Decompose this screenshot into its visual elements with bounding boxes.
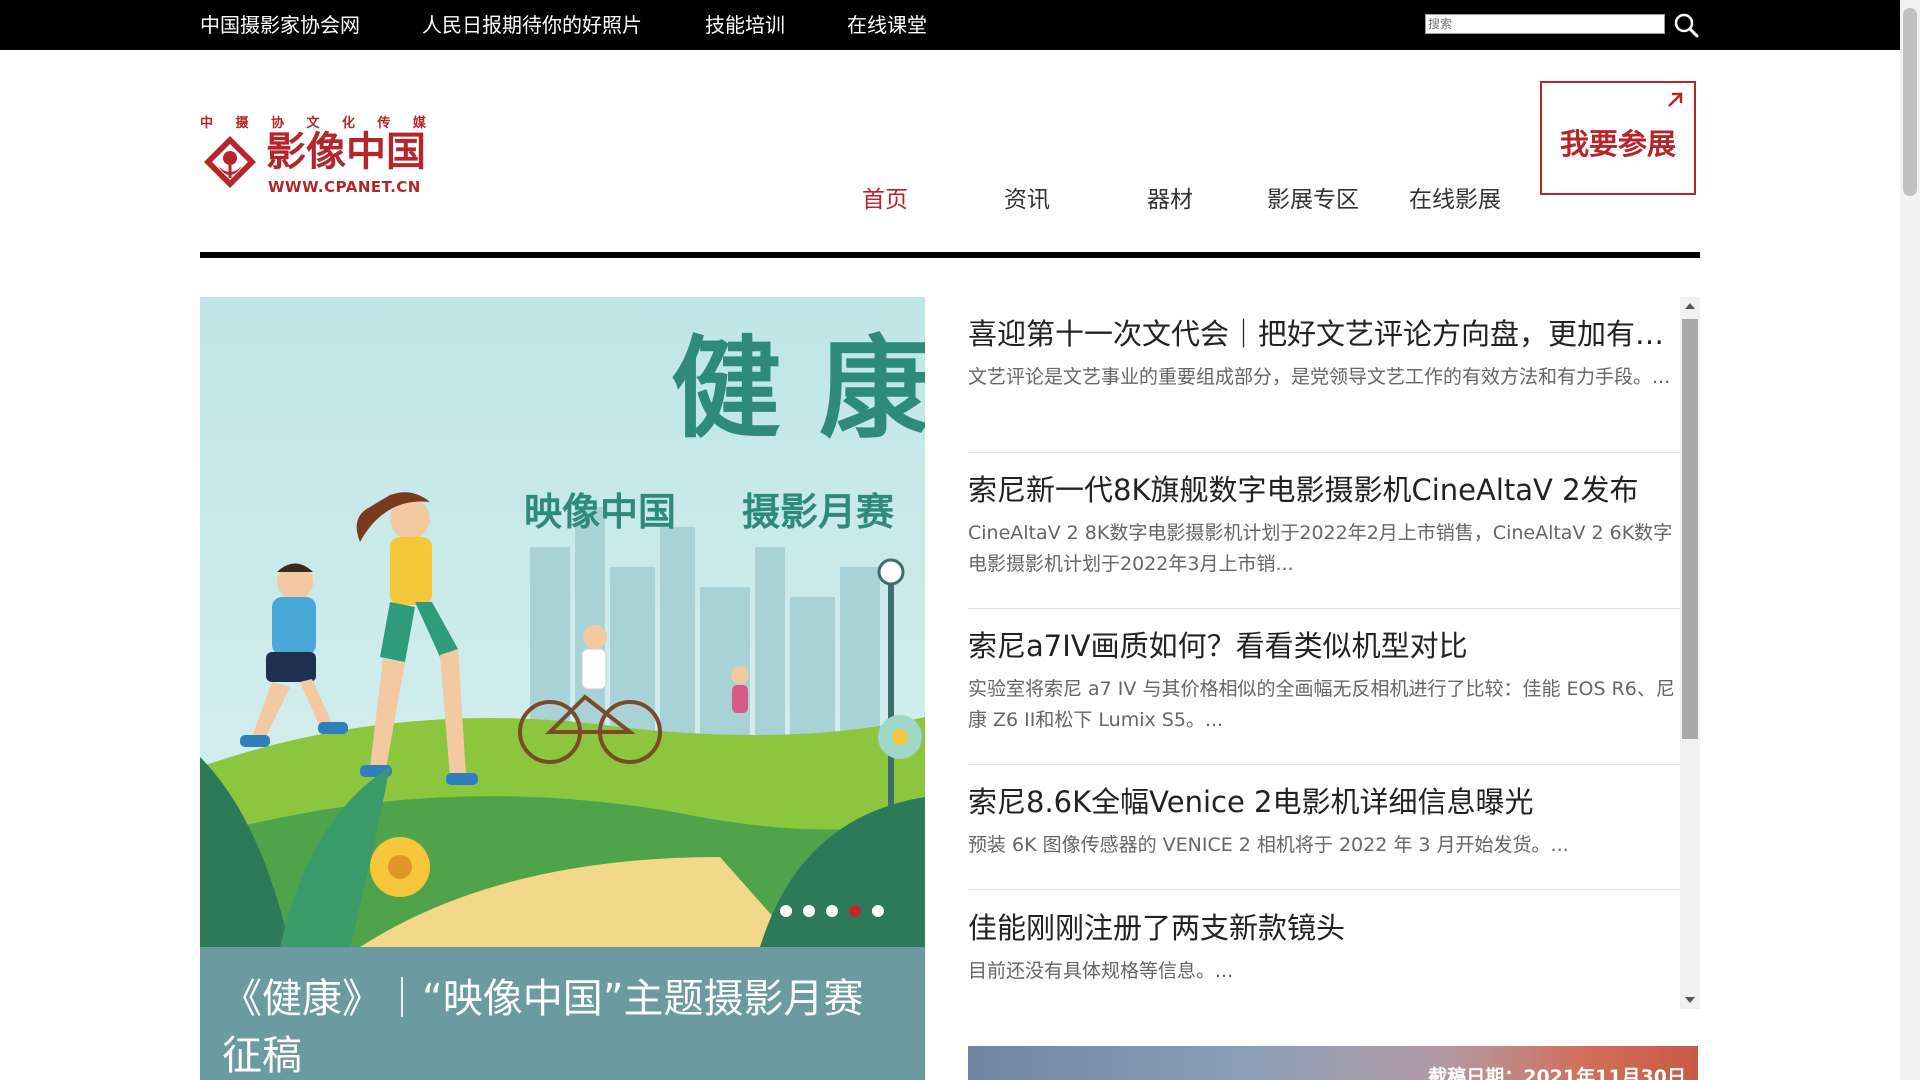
join-exhibition-button[interactable]: 我要参展 — [1540, 81, 1696, 195]
news-divider — [968, 608, 1680, 609]
topbar-link-training[interactable]: 技能培训 — [705, 13, 785, 37]
carousel-caption-text: 《健康》｜“映像中国”主题摄影月赛征稿 — [222, 976, 864, 1079]
news-summary: 目前还没有具体规格等信息。... — [968, 960, 1234, 982]
news-item[interactable]: 喜迎第十一次文代会｜把好文艺评论方向盘，更加有力地推动文艺事业繁荣发展 文艺评论… — [968, 315, 1680, 393]
nav-item-exhibition-zone[interactable]: 影展专区 — [1267, 186, 1359, 214]
news-item[interactable]: 索尼8.6K全幅Venice 2电影机详细信息曝光 预装 6K 图像传感器的 V… — [968, 783, 1680, 861]
news-summary: CineAltaV 2 8K数字电影摄影机计划于2022年2月上市销售，Cine… — [968, 522, 1673, 575]
carousel-dot-2[interactable] — [803, 905, 815, 917]
carousel-dot-4[interactable] — [849, 905, 861, 917]
carousel-caption[interactable]: 《健康》｜“映像中国”主题摄影月赛征稿 — [200, 947, 925, 1080]
news-divider — [968, 889, 1680, 890]
page-scrollbar-thumb[interactable] — [1903, 8, 1917, 196]
news-summary: 文艺评论是文艺事业的重要组成部分，是党领导文艺工作的有效方法和有力手段。... — [968, 366, 1671, 388]
news-list-scrollbar[interactable] — [1680, 297, 1700, 1009]
page-scrollbar[interactable] — [1900, 0, 1920, 1080]
external-arrow-icon — [1668, 92, 1683, 107]
news-title[interactable]: 索尼a7IV画质如何？看看类似机型对比 — [968, 627, 1680, 665]
carousel-dot-5[interactable] — [872, 905, 884, 917]
news-title[interactable]: 喜迎第十一次文代会｜把好文艺评论方向盘，更加有力地推动文艺事业繁荣发展 — [968, 315, 1680, 353]
slide-subheading-left: 映像中国 — [524, 490, 676, 534]
news-item[interactable]: 索尼a7IV画质如何？看看类似机型对比 实验室将索尼 a7 IV 与其价格相似的… — [968, 627, 1680, 736]
logo-tagline-char: 中 — [200, 116, 214, 131]
scroll-down-arrow-icon[interactable] — [1685, 997, 1695, 1003]
site-logo[interactable]: 中 摄 协 文 化 传 媒 影像中国 WWW.CPANET.CN — [200, 112, 430, 196]
news-summary: 预装 6K 图像传感器的 VENICE 2 相机将于 2022 年 3 月开始发… — [968, 834, 1569, 856]
featured-carousel[interactable]: 健 康 映像中国 摄影月赛 《健康》｜“映像中国”主题摄影月赛征稿 — [200, 297, 925, 1080]
carousel-slide-image[interactable]: 健 康 映像中国 摄影月赛 — [200, 297, 925, 947]
news-list-scrollbar-thumb[interactable] — [1682, 319, 1698, 739]
news-title[interactable]: 佳能刚刚注册了两支新款镜头 — [968, 909, 1680, 947]
nav-item-equipment[interactable]: 器材 — [1147, 186, 1193, 214]
top-bar: 中国摄影家协会网 人民日报期待你的好照片 技能培训 在线课堂 — [0, 0, 1900, 50]
topbar-link-people-daily[interactable]: 人民日报期待你的好照片 — [422, 13, 642, 37]
news-title[interactable]: 索尼8.6K全幅Venice 2电影机详细信息曝光 — [968, 783, 1680, 821]
slide-heading: 健 康 — [671, 325, 925, 453]
carousel-dot-3[interactable] — [826, 905, 838, 917]
banner-deadline-text: 截稿日期：2021年11月30日 — [1428, 1066, 1686, 1080]
logo-name: 影像中国 — [266, 129, 426, 175]
news-item[interactable]: 索尼新一代8K旗舰数字电影摄影机CineAltaV 2发布 CineAltaV … — [968, 471, 1680, 580]
scroll-up-arrow-icon[interactable] — [1685, 303, 1695, 309]
news-divider — [968, 764, 1680, 765]
search-input[interactable] — [1425, 14, 1665, 34]
nav-item-online-exhibition[interactable]: 在线影展 — [1409, 186, 1501, 214]
news-title[interactable]: 索尼新一代8K旗舰数字电影摄影机CineAltaV 2发布 — [968, 471, 1680, 509]
nav-item-home[interactable]: 首页 — [862, 186, 908, 214]
topbar-link-cpa[interactable]: 中国摄影家协会网 — [200, 13, 360, 37]
logo-emblem-icon — [204, 136, 256, 188]
logo-url: WWW.CPANET.CN — [268, 178, 421, 196]
slide-subheading-right: 摄影月赛 — [742, 490, 895, 534]
news-list[interactable]: 喜迎第十一次文代会｜把好文艺评论方向盘，更加有力地推动文艺事业繁荣发展 文艺评论… — [968, 297, 1680, 1009]
news-item[interactable]: 佳能刚刚注册了两支新款镜头 目前还没有具体规格等信息。... — [968, 909, 1680, 987]
contest-banner[interactable]: 截稿日期：2021年11月30日 — [968, 1046, 1698, 1080]
nav-item-news[interactable]: 资讯 — [1004, 186, 1050, 214]
logo-tagline-char: 摄 — [235, 116, 249, 131]
news-summary: 实验室将索尼 a7 IV 与其价格相似的全画幅无反相机进行了比较：佳能 EOS … — [968, 678, 1675, 731]
topbar-link-online-class[interactable]: 在线课堂 — [847, 13, 927, 37]
header-divider — [200, 252, 1700, 258]
search-icon[interactable] — [1673, 12, 1699, 38]
carousel-dot-1[interactable] — [780, 905, 792, 917]
news-divider — [968, 452, 1680, 453]
join-exhibition-label: 我要参展 — [1559, 127, 1676, 161]
